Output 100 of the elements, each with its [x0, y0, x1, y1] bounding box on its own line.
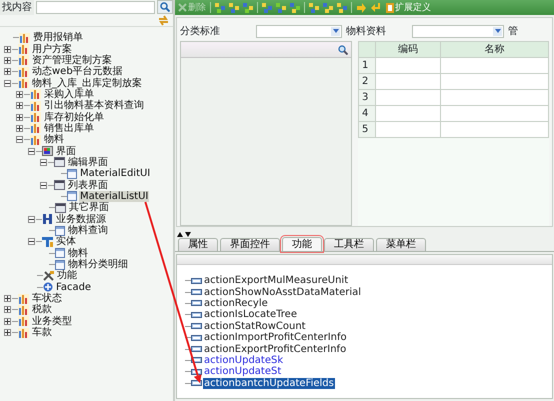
tree-item[interactable]: 业务类型 [31, 316, 73, 327]
toolbar-icon-button[interactable] [290, 2, 300, 12]
collapse-toggle[interactable] [40, 158, 47, 166]
expand-toggle[interactable] [16, 90, 23, 98]
collapse-toggle[interactable] [28, 216, 35, 223]
tree-item[interactable]: 动态web平台元数据 [31, 66, 124, 78]
tab[interactable]: 菜单栏 [376, 238, 426, 251]
expand-toggle[interactable] [16, 124, 23, 132]
tree-item[interactable]: 物料 [43, 134, 65, 146]
action-icon [191, 278, 202, 284]
search-field[interactable] [36, 0, 155, 14]
collapse-toggle[interactable] [4, 80, 11, 87]
action-item[interactable]: actionUpdateSt [203, 366, 282, 378]
entity-icon [42, 236, 53, 247]
toolbar-icon-button[interactable] [276, 2, 286, 12]
window-icon [54, 157, 65, 168]
window-icon [55, 202, 66, 213]
action-icon [191, 289, 202, 296]
expand-toggle[interactable] [4, 68, 11, 76]
dropdown-field[interactable] [256, 24, 342, 38]
row-number: 5 [358, 122, 376, 138]
tree-item[interactable]: 物料分类明细 [67, 259, 129, 270]
tree-item[interactable]: MaterialEditUI [79, 168, 152, 180]
tree-item[interactable]: 税款 [31, 304, 53, 316]
expand-toggle[interactable] [4, 46, 11, 53]
chart-folder-icon [30, 123, 41, 134]
tree-item[interactable]: MaterialListUI [79, 190, 150, 202]
toolbar-icon-button[interactable] [229, 2, 239, 12]
tree-item[interactable]: 其它界面 [68, 202, 110, 214]
toolbar-icon-button[interactable] [262, 2, 272, 12]
tree-item[interactable]: 物料_入库_出库定制放案 [31, 78, 143, 89]
collapse-toggle[interactable] [28, 238, 35, 246]
action-icon [191, 323, 202, 330]
tree-item[interactable]: 车款 [31, 327, 53, 338]
action-item[interactable]: actionShowNoAsstDataMaterial [203, 286, 362, 298]
page-icon [55, 260, 65, 270]
search-button[interactable] [157, 0, 173, 14]
tree-item[interactable]: 引出物料基本资料查询 [43, 100, 145, 112]
action-item[interactable]: actionUpdateSk [203, 354, 284, 366]
collapse-arrows-icon[interactable] [177, 232, 191, 237]
tab[interactable]: 属性 [178, 238, 218, 251]
tree-item[interactable]: 销售出库单 [43, 122, 95, 134]
chart-folder-icon [19, 32, 30, 43]
page-icon [55, 226, 65, 236]
action-icon [191, 368, 202, 375]
action-item[interactable]: actionIsLocateTree [203, 309, 298, 320]
expand-toggle[interactable] [4, 329, 11, 336]
dropdown-field[interactable] [412, 24, 504, 38]
search-icon[interactable] [338, 44, 348, 54]
tab[interactable]: 功能 [282, 237, 322, 251]
chart-folder-icon [18, 328, 29, 338]
document-icon [386, 2, 394, 12]
toolbar-icon-button[interactable] [337, 2, 347, 12]
tree-item[interactable]: 资产管理定制方案 [31, 54, 113, 66]
toolbar-icon-button[interactable] [323, 2, 333, 12]
facade-icon [43, 282, 53, 292]
tree-item[interactable]: Facade [55, 282, 92, 293]
expand-toggle[interactable] [4, 306, 11, 314]
toolbar-icon-button[interactable] [215, 2, 225, 12]
tree-item[interactable]: 编辑界面 [67, 156, 109, 168]
tree-item[interactable]: 物料 [67, 248, 89, 259]
toolbar-icon-button[interactable] [309, 2, 319, 12]
tab[interactable]: 界面控件 [220, 238, 280, 251]
action-item[interactable]: actionExportMulMeasureUnit [203, 275, 350, 286]
action-item[interactable]: actionbantchUpdateFields [203, 378, 335, 389]
action-item[interactable]: actionRecyle [203, 298, 269, 309]
tree-item[interactable]: 业务数据源 [55, 214, 107, 225]
close-icon [178, 3, 187, 12]
tree-item[interactable]: 物料查询 [67, 225, 109, 236]
tree-item[interactable]: 界面 [55, 146, 77, 157]
action-item[interactable]: actionImportProfitCenterInfo [203, 332, 348, 344]
tab[interactable]: 工具栏 [324, 238, 374, 251]
expand-toggle[interactable] [16, 114, 23, 121]
tree-item[interactable]: 库存初始化单 [43, 112, 105, 123]
tree-item[interactable]: 费用报销单 [32, 32, 84, 44]
tree-item[interactable]: 实体 [55, 236, 77, 248]
collapse-toggle[interactable] [40, 182, 47, 189]
collapse-toggle[interactable] [16, 136, 23, 144]
chart-folder-icon [18, 66, 29, 77]
expand-toggle[interactable] [16, 102, 23, 110]
action-item[interactable]: actionExportProfitCenterInfo [203, 344, 348, 355]
tree-item[interactable]: 列表界面 [67, 180, 109, 191]
row-number: 2 [358, 74, 376, 90]
search-label: 找内容 [0, 0, 34, 14]
expand-toggle[interactable] [4, 56, 11, 64]
filter-label: 管 [508, 24, 518, 38]
chart-folder-icon [30, 89, 41, 100]
page-icon [67, 168, 77, 179]
toolbar-icon-button[interactable] [243, 2, 253, 12]
tree-item[interactable]: 采购入库单 [43, 88, 95, 100]
expand-toggle[interactable] [4, 295, 11, 302]
chart-folder-icon [18, 316, 29, 326]
database-icon [42, 214, 53, 224]
tree-item[interactable]: 功能 [56, 270, 78, 282]
tree-item[interactable]: 车状态 [31, 293, 63, 304]
collapse-toggle[interactable] [28, 148, 35, 155]
page-icon [55, 248, 65, 258]
action-item[interactable]: actionStatRowCount [203, 320, 307, 332]
expand-toggle[interactable] [4, 318, 11, 325]
tree-item[interactable]: 用户方案 [31, 44, 73, 55]
